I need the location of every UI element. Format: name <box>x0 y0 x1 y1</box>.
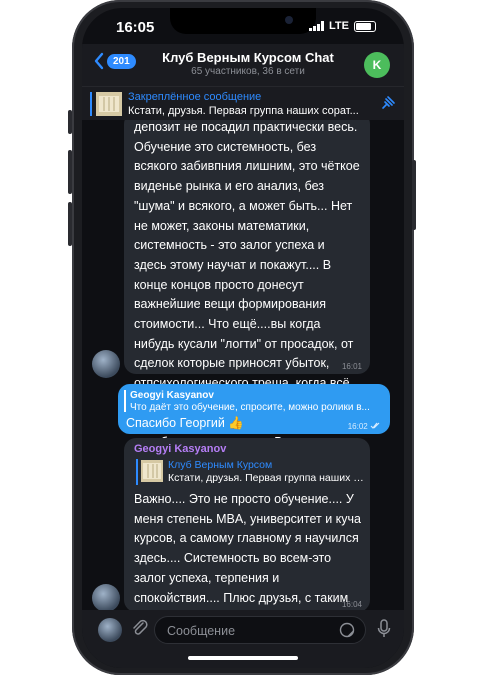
phone-volume-down <box>68 202 72 246</box>
paperclip-icon[interactable] <box>130 618 150 638</box>
message-time: 16:02 <box>348 422 380 431</box>
sender-avatar[interactable] <box>92 350 120 378</box>
chat-subtitle: 65 участников, 36 в сети <box>191 66 305 77</box>
message-time-value: 16:02 <box>347 422 368 431</box>
my-message-bubble[interactable]: Geogyi Kasyanov Что даёт это обучение, с… <box>118 384 390 434</box>
quote-indicator-bar <box>136 459 138 485</box>
pin-icon[interactable] <box>380 95 396 111</box>
reply-author: Geogyi Kasyanov <box>130 390 214 401</box>
back-chevron-icon <box>94 52 104 70</box>
sender-avatar[interactable] <box>98 618 122 642</box>
chat-avatar[interactable]: K <box>364 52 390 78</box>
phone-mute-switch <box>68 110 72 134</box>
pinned-thumbnail <box>96 92 122 116</box>
quote-title: Клуб Верным Курсом <box>168 459 273 471</box>
pinned-message-bar[interactable]: Закреплённое сообщение Кстати, друзья. П… <box>82 86 404 121</box>
message-list[interactable]: депозит не посадил практически весь. Обу… <box>82 120 404 616</box>
quote-thumbnail <box>141 460 163 482</box>
camera-icon <box>285 16 293 24</box>
status-time: 16:05 <box>116 19 155 36</box>
pinned-indicator-bar <box>90 92 92 116</box>
phone-volume-up <box>68 150 72 194</box>
pinned-title: Закреплённое сообщение <box>128 91 262 103</box>
message-text: Важно.... Это не просто обучение.... У м… <box>134 492 361 616</box>
status-bar: 16:05 LTE <box>82 8 404 44</box>
back-button[interactable]: 201 <box>94 52 136 70</box>
sticker-icon[interactable] <box>339 622 355 638</box>
message-time: 16:04 <box>341 600 362 609</box>
home-indicator[interactable] <box>188 656 298 660</box>
message-time: 16:01 <box>341 362 362 371</box>
phone-power-button <box>412 160 416 230</box>
document-thumbnail-icon <box>99 96 119 112</box>
reply-indicator-bar <box>124 390 126 412</box>
message-text: Спасибо Георгий 👍 <box>126 416 244 430</box>
phone-screen: 16:05 LTE 201 Клуб Верным Курсом Chat 65… <box>82 8 404 668</box>
signal-icon <box>309 21 325 31</box>
chat-title[interactable]: Клуб Верным Курсом Chat <box>146 50 350 65</box>
pinned-text: Кстати, друзья. Первая группа наших сора… <box>128 105 359 117</box>
unread-count-badge: 201 <box>107 53 136 69</box>
microphone-icon[interactable] <box>376 618 392 640</box>
quote-text: Кстати, друзья. Первая группа наших со..… <box>168 472 364 484</box>
document-thumbnail-icon <box>143 463 161 479</box>
message-bubble[interactable]: Geogyi Kasyanov Клуб Верным Курсом Кстат… <box>124 438 370 616</box>
reply-text: Что даёт это обучение, спросите, можно р… <box>130 402 370 413</box>
status-indicators: LTE <box>309 20 376 32</box>
read-checkmark-icon <box>370 422 380 429</box>
network-label: LTE <box>329 20 349 32</box>
sender-avatar[interactable] <box>92 584 120 612</box>
battery-icon <box>354 20 376 32</box>
message-field[interactable] <box>154 616 366 644</box>
message-author[interactable]: Geogyi Kasyanov <box>134 443 226 455</box>
message-input[interactable] <box>165 621 329 641</box>
chat-header: 201 Клуб Верным Курсом Chat 65 участнико… <box>82 44 404 86</box>
notch <box>170 8 316 34</box>
message-bubble[interactable]: депозит не посадил практически весь. Обу… <box>124 120 370 449</box>
